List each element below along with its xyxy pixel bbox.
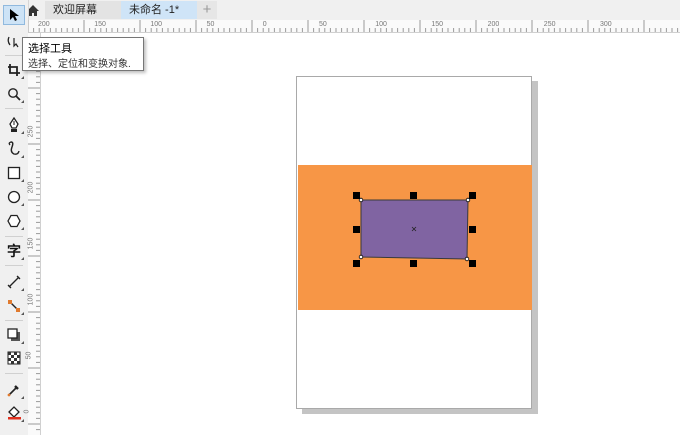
handle-top-right[interactable] [469, 192, 476, 199]
tool-tooltip: 选择工具 选择、定位和变换对象. [22, 37, 144, 71]
tooltip-description: 选择、定位和变换对象. [28, 59, 131, 70]
tooltip-title: 选择工具 [28, 43, 72, 55]
node[interactable] [358, 254, 364, 260]
handle-bottom[interactable] [410, 260, 417, 267]
handle-bottom-left[interactable] [353, 260, 360, 267]
handle-top-left[interactable] [353, 192, 360, 199]
handle-top[interactable] [410, 192, 417, 199]
node[interactable] [464, 256, 470, 262]
node[interactable] [465, 197, 471, 203]
handle-left[interactable] [353, 226, 360, 233]
handle-bottom-right[interactable] [469, 260, 476, 267]
handle-right[interactable] [469, 226, 476, 233]
node[interactable] [358, 197, 364, 203]
